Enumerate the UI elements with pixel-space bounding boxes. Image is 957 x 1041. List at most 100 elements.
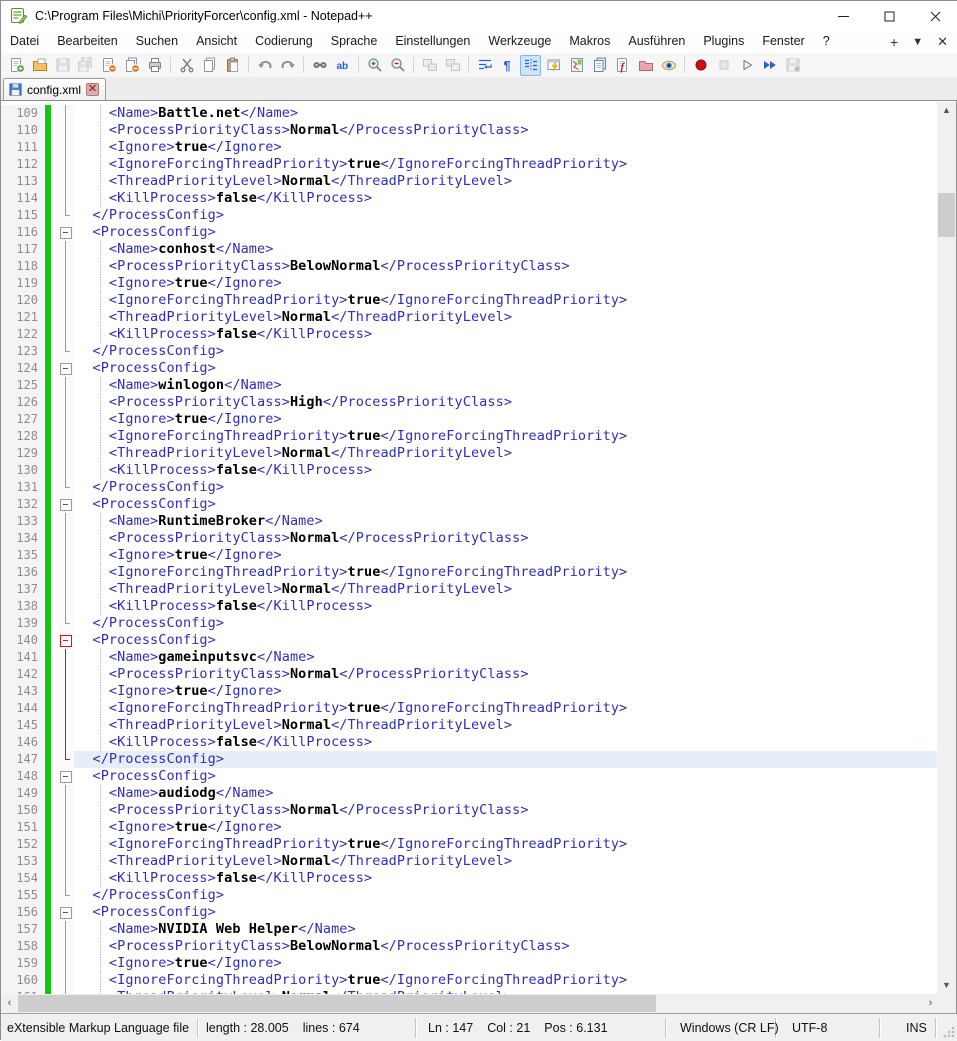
code-text[interactable]: <Ignore>true</Ignore> — [74, 411, 939, 428]
line-number[interactable]: 140 — [1, 632, 45, 649]
code-text[interactable]: <ProcessPriorityClass>High</ProcessPrior… — [74, 394, 939, 411]
bookmark-margin[interactable] — [51, 666, 58, 683]
line-number[interactable]: 149 — [1, 785, 45, 802]
bookmark-margin[interactable] — [51, 377, 58, 394]
bookmark-margin[interactable] — [51, 292, 58, 309]
find-icon[interactable] — [309, 55, 330, 76]
code-line[interactable]: 147 </ProcessConfig> — [1, 751, 939, 768]
bookmark-margin[interactable] — [51, 275, 58, 292]
line-number[interactable]: 157 — [1, 921, 45, 938]
code-text[interactable]: <Name>audiodg</Name> — [74, 785, 939, 802]
code-line[interactable]: 149 <Name>audiodg</Name> — [1, 785, 939, 802]
code-line[interactable]: 144 <IgnoreForcingThreadPriority>true</I… — [1, 700, 939, 717]
code-line[interactable]: 109 <Name>Battle.net</Name> — [1, 105, 939, 122]
code-line[interactable]: 120 <IgnoreForcingThreadPriority>true</I… — [1, 292, 939, 309]
code-line[interactable]: 122 <KillProcess>false</KillProcess> — [1, 326, 939, 343]
line-number[interactable]: 147 — [1, 751, 45, 768]
bookmark-margin[interactable] — [51, 581, 58, 598]
fold-collapse-icon[interactable] — [58, 360, 74, 377]
code-text[interactable]: <KillProcess>false</KillProcess> — [74, 462, 939, 479]
bookmark-margin[interactable] — [51, 734, 58, 751]
code-line[interactable]: 159 <Ignore>true</Ignore> — [1, 955, 939, 972]
vertical-scrollbar-thumb[interactable] — [938, 193, 955, 237]
status-insert-mode[interactable]: INS — [880, 1017, 936, 1038]
line-number[interactable]: 148 — [1, 768, 45, 785]
bookmark-margin[interactable] — [51, 122, 58, 139]
line-number[interactable]: 127 — [1, 411, 45, 428]
horizontal-scrollbar[interactable]: ‹ › — [1, 994, 939, 1013]
code-text[interactable]: <KillProcess>false</KillProcess> — [74, 734, 939, 751]
bookmark-margin[interactable] — [51, 870, 58, 887]
code-line[interactable]: 155 </ProcessConfig> — [1, 887, 939, 904]
fold-collapse-icon[interactable] — [58, 632, 74, 649]
bookmark-margin[interactable] — [51, 904, 58, 921]
bookmark-margin[interactable] — [51, 513, 58, 530]
code-text[interactable]: <IgnoreForcingThreadPriority>true</Ignor… — [74, 156, 939, 173]
folder-as-workspace-icon[interactable] — [635, 55, 656, 76]
horizontal-scrollbar-thumb[interactable] — [18, 995, 656, 1012]
bookmark-margin[interactable] — [51, 530, 58, 547]
scroll-left-arrow-icon[interactable]: ‹ — [1, 994, 18, 1013]
code-text[interactable]: <ProcessConfig> — [74, 224, 939, 241]
cut-icon[interactable] — [176, 55, 197, 76]
minimize-button[interactable] — [820, 1, 866, 31]
code-line[interactable]: 139 </ProcessConfig> — [1, 615, 939, 632]
print-icon[interactable] — [144, 55, 165, 76]
dropdown-arrow-icon[interactable]: ▼ — [912, 36, 923, 48]
bookmark-margin[interactable] — [51, 139, 58, 156]
replace-icon[interactable]: ab — [332, 55, 353, 76]
code-text[interactable]: <ProcessPriorityClass>Normal</ProcessPri… — [74, 666, 939, 683]
bookmark-margin[interactable] — [51, 768, 58, 785]
zoom-in-icon[interactable] — [364, 55, 385, 76]
line-number[interactable]: 145 — [1, 717, 45, 734]
new-file-icon[interactable] — [6, 55, 27, 76]
code-text[interactable]: <Ignore>true</Ignore> — [74, 683, 939, 700]
bookmark-margin[interactable] — [51, 751, 58, 768]
code-line[interactable]: 110 <ProcessPriorityClass>Normal</Proces… — [1, 122, 939, 139]
line-number[interactable]: 109 — [1, 105, 45, 122]
code-text[interactable]: <ProcessPriorityClass>Normal</ProcessPri… — [74, 802, 939, 819]
code-line[interactable]: 116 <ProcessConfig> — [1, 224, 939, 241]
code-text[interactable]: <KillProcess>false</KillProcess> — [74, 870, 939, 887]
code-line[interactable]: 119 <Ignore>true</Ignore> — [1, 275, 939, 292]
code-line[interactable]: 152 <IgnoreForcingThreadPriority>true</I… — [1, 836, 939, 853]
menu-item-makros[interactable]: Makros — [560, 32, 619, 52]
code-line[interactable]: 141 <Name>gameinputsvc</Name> — [1, 649, 939, 666]
code-text[interactable]: <ProcessConfig> — [74, 768, 939, 785]
code-text[interactable]: <ThreadPriorityLevel>Normal</ThreadPrior… — [74, 581, 939, 598]
line-number[interactable]: 119 — [1, 275, 45, 292]
bookmark-margin[interactable] — [51, 207, 58, 224]
bookmark-margin[interactable] — [51, 598, 58, 615]
line-number[interactable]: 142 — [1, 666, 45, 683]
bookmark-margin[interactable] — [51, 326, 58, 343]
code-text[interactable]: <IgnoreForcingThreadPriority>true</Ignor… — [74, 428, 939, 445]
code-text[interactable]: </ProcessConfig> — [74, 207, 939, 224]
menu-item-ansicht[interactable]: Ansicht — [187, 32, 246, 52]
bookmark-margin[interactable] — [51, 258, 58, 275]
code-text[interactable]: <Name>gameinputsvc</Name> — [74, 649, 939, 666]
code-line[interactable]: 160 <IgnoreForcingThreadPriority>true</I… — [1, 972, 939, 989]
line-number[interactable]: 118 — [1, 258, 45, 275]
bookmark-margin[interactable] — [51, 394, 58, 411]
undo-icon[interactable] — [254, 55, 275, 76]
zoom-out-icon[interactable] — [387, 55, 408, 76]
document-list-icon[interactable] — [589, 55, 610, 76]
line-number[interactable]: 117 — [1, 241, 45, 258]
fold-collapse-icon[interactable] — [58, 768, 74, 785]
code-text[interactable]: <ProcessConfig> — [74, 632, 939, 649]
monitoring-eye-icon[interactable] — [658, 55, 679, 76]
code-line[interactable]: 137 <ThreadPriorityLevel>Normal</ThreadP… — [1, 581, 939, 598]
bookmark-margin[interactable] — [51, 224, 58, 241]
code-text[interactable]: <Name>conhost</Name> — [74, 241, 939, 258]
code-line[interactable]: 130 <KillProcess>false</KillProcess> — [1, 462, 939, 479]
close-button[interactable] — [912, 1, 957, 31]
line-number[interactable]: 146 — [1, 734, 45, 751]
bookmark-margin[interactable] — [51, 343, 58, 360]
code-text[interactable]: <IgnoreForcingThreadPriority>true</Ignor… — [74, 700, 939, 717]
fold-collapse-icon[interactable] — [58, 496, 74, 513]
code-text[interactable]: <Ignore>true</Ignore> — [74, 547, 939, 564]
bookmark-margin[interactable] — [51, 717, 58, 734]
tab-config-xml[interactable]: config.xml ✕ — [3, 78, 107, 100]
code-line[interactable]: 129 <ThreadPriorityLevel>Normal</ThreadP… — [1, 445, 939, 462]
code-line[interactable]: 121 <ThreadPriorityLevel>Normal</ThreadP… — [1, 309, 939, 326]
